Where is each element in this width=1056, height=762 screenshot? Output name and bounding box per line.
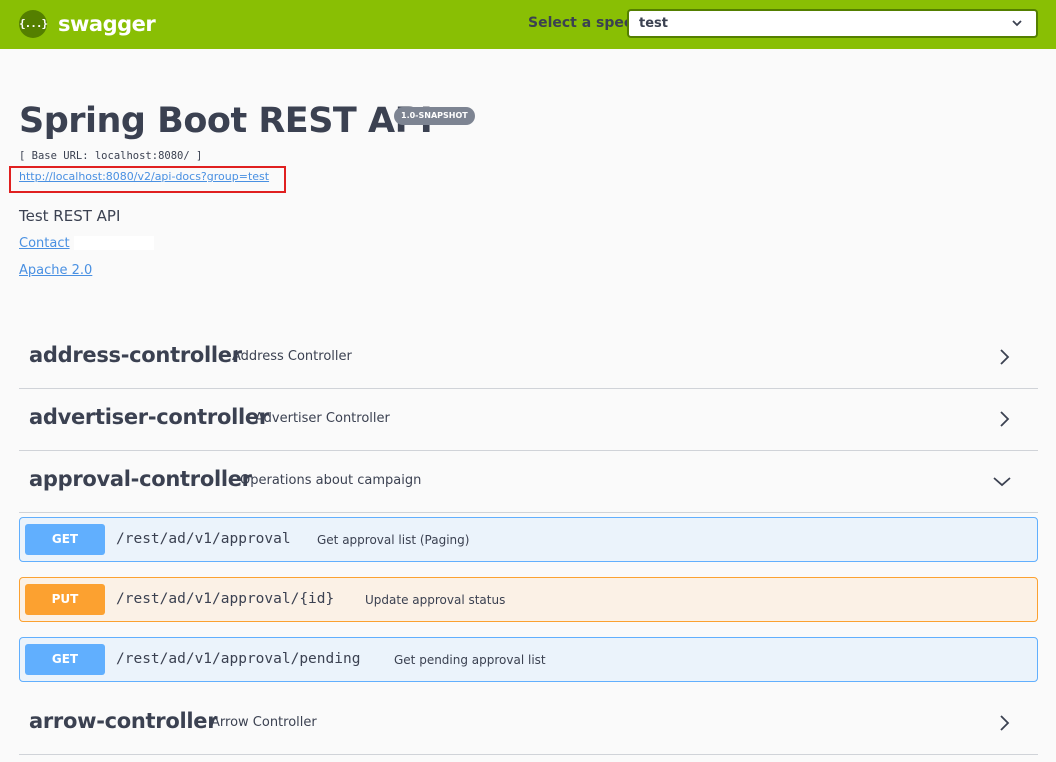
- api-docs-link[interactable]: http://localhost:8080/v2/api-docs?group=…: [19, 170, 269, 183]
- api-description: Test REST API: [19, 207, 121, 225]
- method-badge: PUT: [25, 584, 105, 615]
- select-spec-label: Select a spec: [528, 15, 633, 31]
- logo-glyph: {...}: [19, 17, 48, 30]
- version-badge: 1.0-SNAPSHOT: [394, 107, 475, 125]
- page-title: Spring Boot REST API: [19, 101, 433, 141]
- controller-description: Operations about campaign: [240, 473, 422, 488]
- controller-arrow[interactable]: arrow-controller Arrow Controller: [19, 693, 1038, 755]
- controller-description: Advertiser Controller: [255, 411, 390, 426]
- operation-summary: Update approval status: [365, 593, 506, 607]
- logo-text: swagger: [58, 12, 156, 36]
- topbar: {...} swagger Select a spec test: [0, 0, 1056, 49]
- spec-select-value: test: [639, 16, 668, 31]
- chevron-right-icon[interactable]: [996, 410, 1012, 428]
- chevron-right-icon[interactable]: [996, 348, 1012, 366]
- operation-get-approval[interactable]: GET /rest/ad/v1/approval Get approval li…: [19, 517, 1038, 562]
- method-badge: GET: [25, 644, 105, 675]
- chevron-down-icon: [1012, 20, 1022, 27]
- swagger-logo[interactable]: {...} swagger: [19, 10, 156, 38]
- controller-address[interactable]: address-controller Address Controller: [19, 327, 1038, 389]
- operation-path: /rest/ad/v1/approval/{id}: [116, 591, 335, 607]
- controller-advertiser[interactable]: advertiser-controller Advertiser Control…: [19, 389, 1038, 451]
- method-badge: GET: [25, 524, 105, 555]
- controller-name: arrow-controller: [29, 709, 218, 733]
- operation-path: /rest/ad/v1/approval: [116, 531, 291, 547]
- controller-approval[interactable]: approval-controller Operations about cam…: [19, 451, 1038, 513]
- chevron-down-icon[interactable]: [992, 472, 1012, 490]
- operation-summary: Get approval list (Paging): [317, 533, 470, 547]
- controller-name: address-controller: [29, 343, 242, 367]
- base-url: [ Base URL: localhost:8080/ ]: [19, 150, 203, 162]
- contact-link[interactable]: Contact: [19, 236, 70, 251]
- spec-select[interactable]: test: [627, 9, 1038, 38]
- controller-description: Address Controller: [232, 349, 352, 364]
- controller-name: advertiser-controller: [29, 405, 269, 429]
- controller-description: Arrow Controller: [211, 715, 317, 730]
- license-link[interactable]: Apache 2.0: [19, 263, 92, 278]
- operation-get-pending[interactable]: GET /rest/ad/v1/approval/pending Get pen…: [19, 637, 1038, 682]
- swagger-logo-icon: {...}: [19, 10, 48, 38]
- operation-summary: Get pending approval list: [394, 653, 546, 667]
- redacted-contact: [74, 236, 154, 250]
- controller-name: approval-controller: [29, 467, 252, 491]
- chevron-right-icon[interactable]: [996, 714, 1012, 732]
- operation-path: /rest/ad/v1/approval/pending: [116, 651, 361, 667]
- operation-put-approval[interactable]: PUT /rest/ad/v1/approval/{id} Update app…: [19, 577, 1038, 622]
